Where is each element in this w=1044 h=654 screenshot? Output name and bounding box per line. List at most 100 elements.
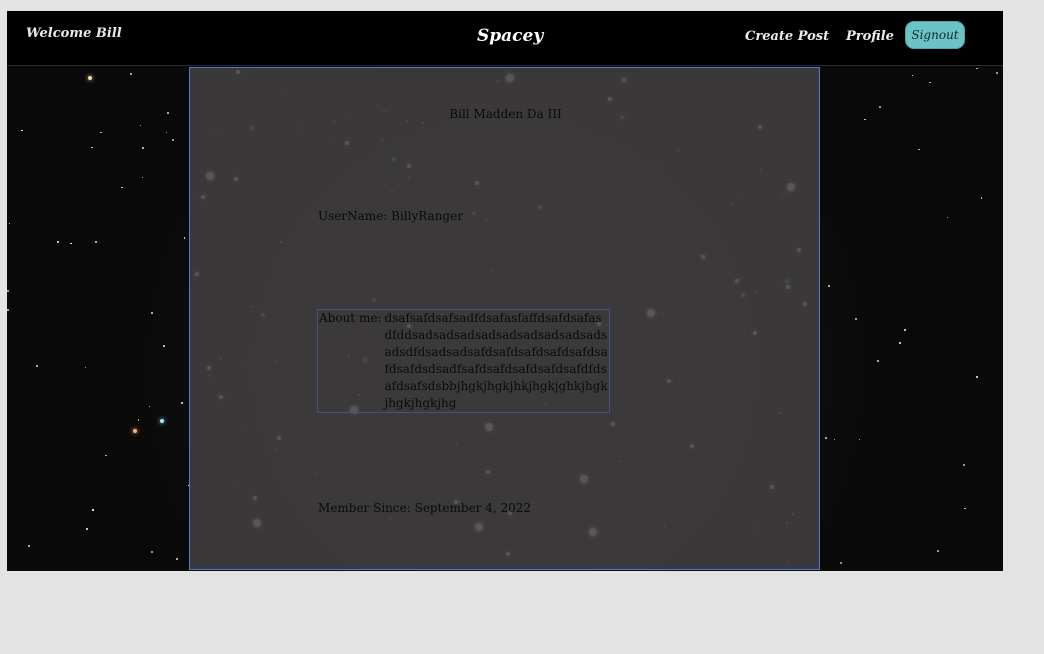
card-glow (219, 395, 224, 400)
card-glow (787, 183, 796, 192)
card-glow (802, 302, 807, 307)
card-glow (194, 272, 199, 277)
star (91, 146, 93, 149)
card-glow (484, 423, 493, 432)
card-glow (769, 484, 774, 489)
star (159, 418, 164, 423)
star (95, 241, 97, 243)
star (899, 342, 901, 344)
star (100, 131, 102, 134)
card-glow (207, 366, 212, 371)
profile-name: Bill Madden Da III (449, 107, 562, 121)
card-glow (486, 469, 491, 474)
star (151, 312, 153, 314)
card-glow (506, 73, 515, 82)
star (976, 67, 978, 70)
star (833, 438, 836, 441)
app-window: Welcome Bill Spacey Create Post Profile … (7, 11, 1003, 571)
card-glow (253, 519, 262, 528)
card-glow (234, 176, 239, 181)
star (995, 72, 998, 75)
star (141, 176, 144, 179)
card-glow (621, 78, 626, 83)
member-since-row: Member Since: September 4, 2022 (318, 501, 531, 515)
card-glow (276, 436, 281, 441)
card-glow (252, 496, 257, 501)
star (171, 139, 174, 142)
username-label: UserName: (318, 209, 388, 223)
profile-card: Bill Madden Da III UserName: BillyRanger… (189, 67, 820, 570)
card-glow (785, 284, 790, 289)
star (858, 438, 861, 441)
card-glow (474, 180, 479, 185)
star (7, 308, 10, 311)
star (828, 285, 830, 287)
brand-title[interactable]: Spacey (477, 26, 543, 46)
card-glow (344, 140, 349, 145)
star (180, 402, 183, 404)
star (946, 216, 949, 219)
card-glow (206, 172, 215, 181)
create-post-link[interactable]: Create Post (745, 29, 829, 44)
star (936, 549, 939, 552)
star (163, 345, 165, 347)
star (975, 376, 978, 379)
star (964, 507, 966, 510)
star (929, 81, 931, 84)
star (148, 405, 151, 408)
card-glow (734, 278, 739, 283)
about-me-label: About me: (319, 311, 382, 325)
star (877, 359, 880, 362)
star (840, 562, 843, 565)
card-glow (588, 528, 597, 537)
star (137, 419, 140, 421)
star (165, 131, 168, 134)
star (84, 366, 87, 368)
star (92, 509, 94, 511)
card-glow (607, 97, 612, 102)
star (105, 454, 107, 456)
star (963, 464, 966, 467)
profile-link[interactable]: Profile (846, 29, 894, 44)
star (85, 528, 88, 531)
star (175, 557, 178, 560)
star (904, 329, 906, 331)
star (142, 147, 144, 149)
about-me-box: About me: dsafsafdsafsadfdsafasfaffdsafd… (317, 309, 610, 413)
card-glow (236, 70, 241, 75)
card-glow (475, 522, 484, 531)
card-glow (796, 247, 801, 252)
star (28, 544, 31, 547)
star (980, 197, 983, 199)
star (130, 72, 133, 75)
star (132, 429, 137, 434)
card-glow (667, 379, 672, 384)
star (70, 242, 72, 245)
star (139, 124, 142, 127)
star (36, 365, 39, 368)
star (8, 222, 11, 225)
about-me-text: dsafsafdsafsadfdsafasfaffdsafdsafasdfdds… (384, 311, 608, 410)
member-since-label: Member Since: (318, 501, 411, 515)
card-glow (505, 552, 510, 557)
username-value: BillyRanger (391, 209, 463, 223)
star (918, 148, 920, 151)
star (911, 74, 913, 77)
star (854, 317, 857, 320)
star (824, 436, 827, 439)
star (151, 551, 154, 554)
card-glow (646, 309, 655, 318)
star (183, 237, 186, 239)
card-glow (611, 421, 616, 426)
star (87, 75, 92, 80)
card-glow (579, 475, 588, 484)
star (864, 118, 866, 121)
welcome-text: Welcome Bill (26, 26, 122, 41)
member-since-value: September 4, 2022 (414, 501, 532, 515)
signout-button[interactable]: Signout (905, 21, 965, 49)
star (7, 290, 10, 293)
username-row: UserName: BillyRanger (318, 209, 463, 223)
navbar: Welcome Bill Spacey Create Post Profile … (7, 11, 1003, 66)
card-glow (757, 125, 762, 130)
star (166, 112, 169, 115)
